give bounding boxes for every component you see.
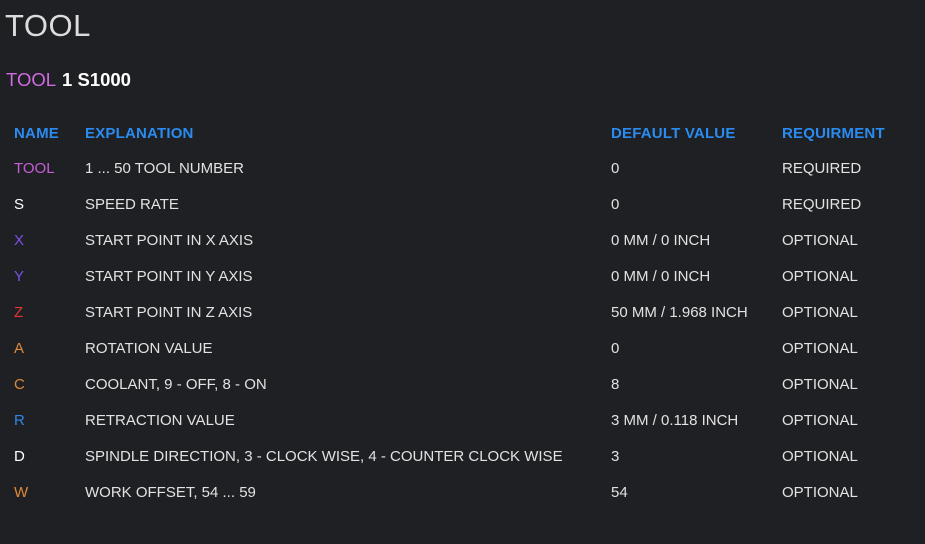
param-name: A: [14, 339, 25, 357]
param-name: X: [14, 231, 25, 249]
param-explanation: START POINT IN Z AXIS: [85, 303, 253, 321]
table-header-row: NAME EXPLANATION DEFAULT VALUE REQUIRMEN…: [6, 116, 906, 150]
table-row: Y START POINT IN Y AXIS 0 MM / 0 INCH OPTIO…: [6, 258, 906, 294]
param-name: R: [14, 411, 25, 429]
param-requirement: OPTIONAL: [782, 267, 858, 285]
table-row: X START POINT IN X AXIS 0 MM / 0 INCH OPTIO…: [6, 222, 906, 258]
table-row: R RETRACTION VALUE 3 MM / 0.118 INCH OPTION…: [6, 402, 906, 438]
param-requirement: OPTIONAL: [782, 375, 858, 393]
table-row: Z START POINT IN Z AXIS 50 MM / 1.968 INCH…: [6, 294, 906, 330]
param-explanation: 1 ... 50 TOOL NUMBER: [85, 159, 244, 177]
header-explanation: EXPLANATION: [85, 124, 194, 142]
table-row: S SPEED RATE 0 REQUIRED: [6, 186, 906, 222]
param-default-value: 0: [611, 195, 620, 213]
param-default-value: 3: [611, 447, 620, 465]
param-default-value: 0 MM / 0 INCH: [611, 267, 711, 285]
param-default-value: 0: [611, 339, 620, 357]
syntax-keyword: TOOL: [6, 69, 57, 90]
header-default-value: DEFAULT VALUE: [611, 124, 736, 142]
param-default-value: 8: [611, 375, 620, 393]
param-explanation: START POINT IN Y AXIS: [85, 267, 253, 285]
param-requirement: OPTIONAL: [782, 483, 858, 501]
param-requirement: REQUIRED: [782, 159, 862, 177]
table-row: W WORK OFFSET, 54 ... 59 54 OPTIONAL: [6, 474, 906, 510]
syntax-arguments: 1 S1000: [62, 69, 131, 90]
param-default-value: 0: [611, 159, 620, 177]
parameters-table: NAME EXPLANATION DEFAULT VALUE REQUIRMEN…: [6, 116, 906, 510]
param-default-value: 50 MM / 1.968 INCH: [611, 303, 748, 321]
param-name: W: [14, 483, 29, 501]
param-explanation: SPEED RATE: [85, 195, 179, 213]
param-explanation: SPINDLE DIRECTION, 3 - CLOCK WISE, 4 - C…: [85, 447, 563, 465]
page: TOOL TOOL 1 S1000 NAME EXPLANATION DEFAUL…: [0, 0, 925, 544]
param-requirement: OPTIONAL: [782, 231, 858, 249]
table-row: A ROTATION VALUE 0 OPTIONAL: [6, 330, 906, 366]
param-explanation: WORK OFFSET, 54 ... 59: [85, 483, 256, 501]
param-explanation: RETRACTION VALUE: [85, 411, 235, 429]
header-name: NAME: [14, 124, 59, 142]
table-body: TOOL 1 ... 50 TOOL NUMBER 0 REQUIRED S SPEED …: [6, 150, 906, 510]
syntax-example: TOOL 1 S1000: [6, 69, 131, 91]
param-name: TOOL: [14, 159, 55, 177]
param-requirement: OPTIONAL: [782, 447, 858, 465]
param-name: Z: [14, 303, 24, 321]
param-name: Y: [14, 267, 25, 285]
table-row: C COOLANT, 9 - OFF, 8 - ON 8 OPTIONAL: [6, 366, 906, 402]
param-default-value: 3 MM / 0.118 INCH: [611, 411, 739, 429]
param-default-value: 54: [611, 483, 628, 501]
table-row: TOOL 1 ... 50 TOOL NUMBER 0 REQUIRED: [6, 150, 906, 186]
param-explanation: ROTATION VALUE: [85, 339, 213, 357]
table-row: D SPINDLE DIRECTION, 3 - CLOCK WISE, 4 - …: [6, 438, 906, 474]
header-requirement: REQUIRMENT: [782, 124, 885, 142]
param-explanation: START POINT IN X AXIS: [85, 231, 254, 249]
param-explanation: COOLANT, 9 - OFF, 8 - ON: [85, 375, 267, 393]
param-name: S: [14, 195, 25, 213]
param-requirement: REQUIRED: [782, 195, 862, 213]
param-name: D: [14, 447, 25, 465]
param-name: C: [14, 375, 25, 393]
param-requirement: OPTIONAL: [782, 303, 858, 321]
param-requirement: OPTIONAL: [782, 339, 858, 357]
param-requirement: OPTIONAL: [782, 411, 858, 429]
page-title: TOOL: [5, 8, 91, 43]
param-default-value: 0 MM / 0 INCH: [611, 231, 711, 249]
